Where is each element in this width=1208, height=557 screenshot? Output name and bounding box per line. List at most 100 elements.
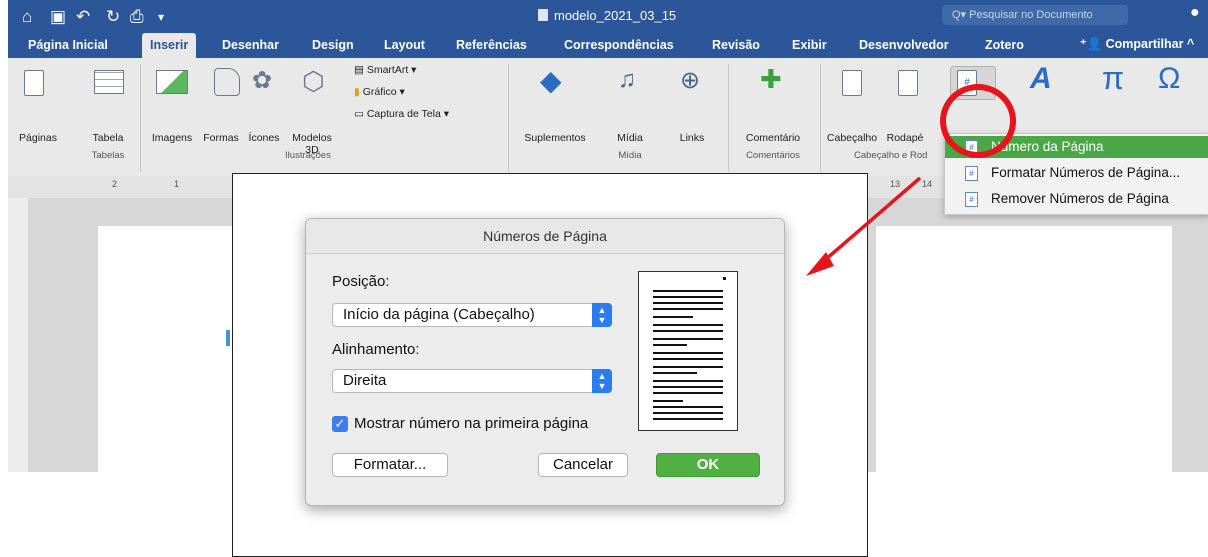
share-button[interactable]: ⁺👤 Compartilhar ^ (1080, 36, 1194, 52)
tab-revisao[interactable]: Revisão (712, 36, 760, 54)
comment-button[interactable]: Comentário (736, 132, 810, 144)
text-cursor (226, 330, 230, 346)
ribbon-separator (728, 64, 729, 172)
preview-text-line (653, 302, 723, 304)
page-preview (638, 271, 738, 431)
links-button[interactable]: Links (672, 132, 712, 144)
print-icon[interactable]: ⎙ (130, 6, 144, 28)
media-button[interactable]: Mídia (608, 132, 652, 144)
tab-zotero[interactable]: Zotero (985, 36, 1024, 54)
images-button[interactable]: Imagens (148, 132, 196, 144)
header-button[interactable]: Cabeçalho (822, 132, 882, 144)
equation-icon[interactable]: π (1102, 60, 1124, 97)
comment-icon[interactable]: ✚ (760, 64, 782, 95)
first-page-checkbox-label: Mostrar número na primeira página (354, 415, 589, 432)
preview-text-line (653, 296, 723, 298)
table-icon[interactable] (94, 70, 124, 94)
ruler-mark: 13 (890, 179, 901, 189)
tab-pagina-inicial[interactable]: Página Inicial (28, 36, 108, 54)
3d-models-icon[interactable]: ⬡ (302, 66, 325, 97)
position-label: Posição: (332, 273, 390, 290)
media-icon[interactable]: ♫ (618, 66, 636, 94)
tab-design[interactable]: Design (312, 36, 354, 54)
alignment-select[interactable]: Direita ▲ ▼ (332, 369, 612, 393)
tab-referencias[interactable]: Referências (456, 36, 527, 54)
tab-layout[interactable]: Layout (384, 36, 425, 54)
format-page-number-icon: # (965, 166, 978, 181)
chart-icon: ▮ (354, 86, 360, 98)
vertical-ruler (8, 198, 29, 472)
search-input[interactable]: Q▾ Pesquisar no Documento (942, 5, 1128, 25)
preview-text-line (653, 324, 723, 326)
preview-text-line (653, 338, 723, 340)
links-icon[interactable]: ⊕ (680, 66, 700, 95)
preview-text-line (653, 290, 723, 292)
document-title: modelo_2021_03_15 (538, 8, 676, 23)
group-label-ilustracoes: Ilustrações (285, 150, 331, 161)
ruler-mark: 14 (922, 179, 933, 189)
preview-text-line (653, 400, 683, 402)
shapes-icon[interactable] (214, 68, 240, 96)
page-numbers-dialog: Números de Página Posição: Início da pág… (305, 218, 785, 506)
add-ins-icon[interactable]: ◆ (540, 64, 562, 97)
document-page[interactable] (876, 226, 1172, 472)
preview-text-line (653, 380, 723, 382)
preview-text-line (653, 316, 693, 318)
icons-button[interactable]: Ícones (244, 132, 284, 144)
ribbon-separator (508, 64, 509, 172)
chevron-updown-icon: ▲ ▼ (592, 369, 612, 393)
icons-icon[interactable]: ✿ (252, 66, 272, 95)
pages-button[interactable]: Páginas (16, 132, 60, 144)
user-icon[interactable]: ● (1190, 4, 1200, 22)
3d-models-button[interactable]: Modelos (288, 132, 336, 144)
preview-text-line (653, 372, 697, 374)
chart-button[interactable]: ▮ Gráfico ▾ (354, 86, 405, 98)
preview-text-line (653, 392, 723, 394)
format-button[interactable]: Formatar... (332, 453, 448, 477)
ok-button[interactable]: OK (656, 453, 760, 477)
header-icon[interactable] (842, 70, 862, 96)
preview-text-line (653, 308, 723, 310)
chevron-updown-icon: ▲ ▼ (592, 303, 612, 327)
tab-desenvolvedor[interactable]: Desenvolvedor (859, 36, 949, 54)
tab-correspondencias[interactable]: Correspondências (564, 36, 674, 54)
pages-icon[interactable] (24, 70, 44, 96)
symbol-icon[interactable]: Ω (1158, 62, 1180, 96)
tab-desenhar[interactable]: Desenhar (222, 36, 279, 54)
customize-toolbar-icon[interactable]: ▾ (158, 6, 164, 28)
save-icon[interactable]: ▣ (50, 6, 66, 28)
tab-exibir[interactable]: Exibir (792, 36, 827, 54)
preview-text-line (653, 412, 723, 414)
wordart-icon[interactable]: A (1030, 62, 1052, 96)
group-label-midia: Mídia (618, 150, 642, 161)
screenshot-button[interactable]: ▭ Captura de Tela ▾ (354, 108, 449, 120)
add-ins-button[interactable]: Suplementos (516, 132, 594, 144)
ribbon-separator (820, 64, 821, 172)
preview-text-line (653, 386, 723, 388)
menu-item-format-page-numbers[interactable]: # Formatar Números de Página... (945, 162, 1208, 184)
table-button[interactable]: Tabela (86, 132, 130, 144)
menu-item-remove-page-numbers[interactable]: # Remover Números de Página (945, 188, 1208, 210)
document-icon (538, 9, 548, 21)
first-page-checkbox[interactable]: ✓ (332, 416, 348, 432)
tab-inserir[interactable]: Inserir (142, 33, 197, 58)
undo-icon[interactable]: ↶ (76, 6, 90, 28)
home-icon[interactable]: ⌂ (22, 6, 32, 28)
group-label-tabelas: Tabelas (91, 150, 125, 161)
shapes-button[interactable]: Formas (200, 132, 242, 144)
preview-page-number-mark (723, 277, 726, 280)
ribbon-separator (140, 64, 141, 172)
redo-icon[interactable]: ↻ (106, 6, 120, 28)
group-label-cabecalho-rodape: Cabeçalho e Rod (854, 150, 928, 161)
smartart-button[interactable]: ▤ SmartArt ▾ (354, 64, 416, 76)
images-icon[interactable] (156, 70, 188, 94)
footer-icon[interactable] (898, 70, 918, 96)
ruler-mark: 2 (112, 179, 118, 189)
preview-text-line (653, 330, 723, 332)
group-label-comentarios: Comentários (746, 150, 800, 161)
preview-text-line (653, 406, 723, 408)
position-select[interactable]: Início da página (Cabeçalho) ▲ ▼ (332, 303, 612, 327)
footer-button[interactable]: Rodapé (884, 132, 926, 144)
cancel-button[interactable]: Cancelar (538, 453, 628, 477)
highlight-circle (940, 84, 1016, 158)
